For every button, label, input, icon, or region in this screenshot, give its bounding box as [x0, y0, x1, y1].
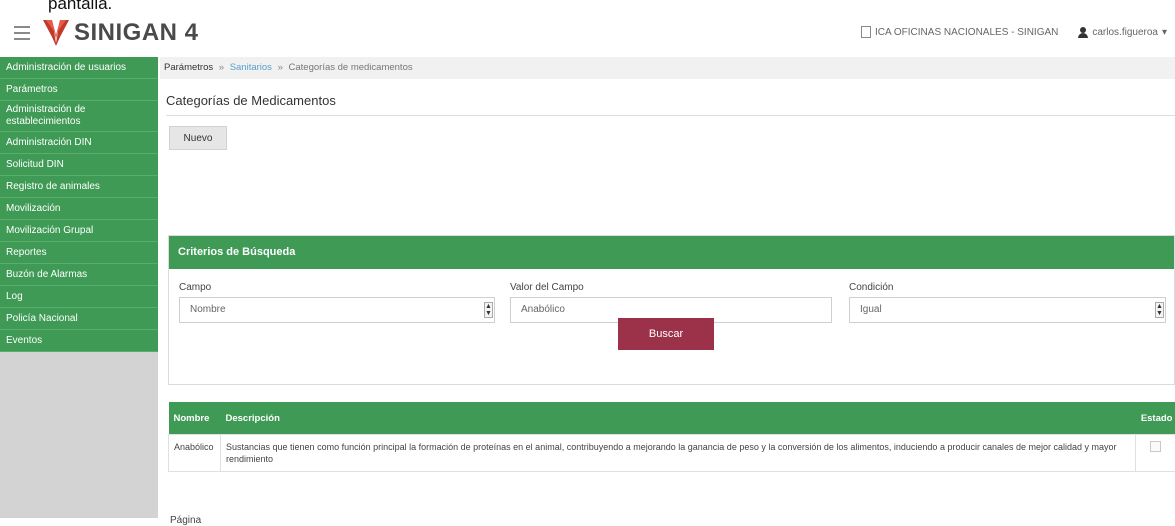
breadcrumb-root[interactable]: Parámetros: [164, 62, 213, 73]
valor-input-value: Anabólico: [521, 304, 565, 315]
app-brand[interactable]: SINIGAN 4: [74, 19, 199, 47]
sidebar-item-admin-din[interactable]: Administración DIN: [0, 132, 158, 154]
header-right: ICA OFICINAS NACIONALES - SINIGAN carlos…: [861, 26, 1167, 38]
pager: Página: [170, 515, 201, 526]
estado-checkbox[interactable]: [1150, 441, 1161, 452]
condicion-select[interactable]: Igual: [849, 297, 1166, 323]
sidebar-item-policia[interactable]: Policía Nacional: [0, 308, 158, 330]
search-panel: Criterios de Búsqueda Campo Nombre ▲▼ Va…: [168, 235, 1175, 385]
sidebar-menu: Administración de usuarios Parámetros Ad…: [0, 57, 158, 352]
campo-select[interactable]: Nombre: [179, 297, 495, 323]
new-button[interactable]: Nuevo: [169, 126, 227, 150]
sidebar-item-eventos[interactable]: Eventos: [0, 330, 158, 352]
app-header: SINIGAN 4 ICA OFICINAS NACIONALES - SINI…: [0, 14, 1175, 56]
column-header-descripcion[interactable]: Descripción: [221, 402, 1136, 435]
user-name: carlos.figueroa: [1092, 27, 1158, 38]
cell-nombre: Anabólico: [169, 435, 221, 472]
breadcrumb: Parámetros » Sanitarios » Categorías de …: [160, 57, 1175, 79]
sidebar-item-parametros[interactable]: Parámetros: [0, 79, 158, 101]
column-header-nombre[interactable]: Nombre: [169, 402, 221, 435]
campo-label: Campo: [179, 282, 211, 293]
logo-icon: [42, 17, 70, 47]
results-table: Nombre Descripción Estado Anabólico Sust…: [168, 402, 1175, 472]
column-header-estado[interactable]: Estado: [1136, 402, 1175, 435]
valor-label: Valor del Campo: [510, 282, 584, 293]
sidebar-item-solicitud-din[interactable]: Solicitud DIN: [0, 154, 158, 176]
sidebar: Administración de usuarios Parámetros Ad…: [0, 57, 158, 518]
user-icon: [1078, 27, 1088, 38]
breadcrumb-separator: »: [278, 62, 283, 73]
search-button[interactable]: Buscar: [618, 318, 714, 350]
org-name: ICA OFICINAS NACIONALES - SINIGAN: [875, 27, 1058, 38]
cell-descripcion: Sustancias que tienen como función princ…: [221, 435, 1136, 472]
org-selector[interactable]: ICA OFICINAS NACIONALES - SINIGAN: [861, 26, 1058, 38]
menu-icon[interactable]: [14, 26, 30, 40]
cell-estado: [1136, 435, 1175, 472]
table-row[interactable]: Anabólico Sustancias que tienen como fun…: [169, 435, 1175, 472]
breadcrumb-separator: »: [219, 62, 224, 73]
sidebar-item-movilizacion[interactable]: Movilización: [0, 198, 158, 220]
sidebar-item-log[interactable]: Log: [0, 286, 158, 308]
sidebar-item-movilizacion-grupal[interactable]: Movilización Grupal: [0, 220, 158, 242]
page-title: Categorías de Medicamentos: [166, 93, 336, 108]
breadcrumb-current: Categorías de medicamentos: [289, 62, 413, 73]
campo-select-value: Nombre: [190, 304, 226, 315]
main-content: Parámetros » Sanitarios » Categorías de …: [160, 57, 1175, 518]
document-icon: [861, 26, 871, 38]
condicion-select-value: Igual: [860, 304, 882, 315]
sidebar-item-registro-animales[interactable]: Registro de animales: [0, 176, 158, 198]
sidebar-item-establecimientos[interactable]: Administración de establecimientos: [0, 101, 158, 132]
condicion-select-arrow-icon[interactable]: ▲▼: [1155, 302, 1164, 318]
table-header-row: Nombre Descripción Estado: [169, 402, 1175, 435]
user-menu[interactable]: carlos.figueroa ▾: [1078, 27, 1167, 38]
chevron-down-icon: ▾: [1162, 27, 1167, 38]
divider: [166, 115, 1175, 116]
breadcrumb-sanitarios[interactable]: Sanitarios: [230, 62, 272, 73]
condicion-label: Condición: [849, 282, 893, 293]
top-caption: pantalla.: [48, 0, 112, 14]
sidebar-item-alarmas[interactable]: Buzón de Alarmas: [0, 264, 158, 286]
search-panel-title: Criterios de Búsqueda: [169, 236, 1174, 269]
sidebar-item-usuarios[interactable]: Administración de usuarios: [0, 57, 158, 79]
sidebar-item-reportes[interactable]: Reportes: [0, 242, 158, 264]
campo-select-arrow-icon[interactable]: ▲▼: [484, 302, 493, 318]
